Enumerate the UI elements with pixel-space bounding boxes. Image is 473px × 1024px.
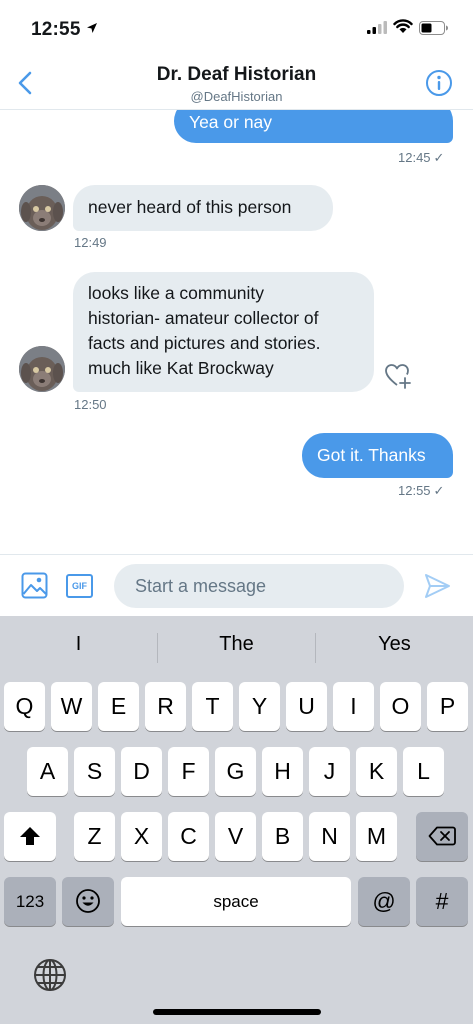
conversation-title: Dr. Deaf Historian	[156, 64, 317, 85]
conversation-handle: @DeafHistorian	[190, 89, 283, 104]
key-o[interactable]: O	[380, 682, 421, 731]
message-bubble-outgoing[interactable]: Got it. Thanks	[302, 433, 453, 478]
message-timestamp: 12:55 ✓	[398, 483, 445, 498]
message-bubble-outgoing[interactable]: Yea or nay	[174, 110, 453, 143]
suggestion[interactable]: Yes	[316, 633, 473, 656]
key-j[interactable]: J	[309, 747, 350, 796]
key-a[interactable]: A	[27, 747, 68, 796]
key-t[interactable]: T	[192, 682, 233, 731]
avatar[interactable]	[19, 185, 65, 231]
space-key[interactable]: space	[121, 877, 351, 926]
message-text: Yea or nay	[189, 112, 273, 132]
key-i[interactable]: I	[333, 682, 374, 731]
hash-key[interactable]: #	[416, 877, 468, 926]
home-indicator[interactable]	[153, 1009, 321, 1015]
message-text: never heard of this person	[88, 197, 292, 217]
read-check-icon: ✓	[433, 150, 445, 165]
message-input[interactable]	[114, 564, 404, 608]
battery-icon	[419, 21, 448, 35]
key-d[interactable]: D	[121, 747, 162, 796]
key-b[interactable]: B	[262, 812, 303, 861]
predictive-bar: I The Yes	[0, 616, 473, 678]
location-arrow-icon	[87, 23, 97, 33]
shift-icon	[20, 827, 40, 845]
dog-avatar-image	[19, 185, 65, 231]
message-text-line: facts and pictures and stories.	[88, 333, 321, 353]
emoji-icon	[76, 889, 100, 913]
image-icon[interactable]	[21, 572, 48, 599]
status-time: 12:55	[31, 19, 81, 40]
key-y[interactable]: Y	[239, 682, 280, 731]
message-text-line: much like Kat Brockway	[88, 358, 274, 378]
key-r[interactable]: R	[145, 682, 186, 731]
globe-icon[interactable]	[33, 958, 67, 992]
key-s[interactable]: S	[74, 747, 115, 796]
read-check-icon: ✓	[433, 483, 445, 498]
key-q[interactable]: Q	[4, 682, 45, 731]
message-text: Got it. Thanks	[317, 445, 426, 465]
message-bubble-incoming[interactable]: never heard of this person	[73, 185, 333, 231]
key-w[interactable]: W	[51, 682, 92, 731]
like-plus-icon[interactable]	[384, 363, 412, 389]
message-bubble-incoming[interactable]: looks like a community historian- amateu…	[73, 272, 374, 392]
key-g[interactable]: G	[215, 747, 256, 796]
wifi-icon	[393, 19, 413, 33]
at-key[interactable]: @	[358, 877, 410, 926]
shift-key[interactable]	[4, 812, 56, 861]
message-text-line: looks like a community	[88, 283, 265, 303]
message-timestamp: 12:45 ✓	[398, 150, 445, 165]
conversation-header: Dr. Deaf Historian @DeafHistorian	[0, 58, 473, 110]
key-v[interactable]: V	[215, 812, 256, 861]
key-m[interactable]: M	[356, 812, 397, 861]
numbers-key[interactable]: 123	[4, 877, 56, 926]
compose-bar: GIF	[0, 554, 473, 616]
key-p[interactable]: P	[427, 682, 468, 731]
suggestion[interactable]: I	[0, 633, 157, 656]
keyboard: I The Yes Q W E R T Y U I O P A S D F G …	[0, 616, 473, 1024]
send-icon[interactable]	[423, 572, 451, 600]
backspace-icon	[428, 826, 456, 846]
message-timestamp: 12:50	[74, 397, 107, 412]
key-l[interactable]: L	[403, 747, 444, 796]
key-x[interactable]: X	[121, 812, 162, 861]
avatar[interactable]	[19, 346, 65, 392]
message-timestamp: 12:49	[74, 235, 107, 250]
emoji-key[interactable]	[62, 877, 114, 926]
key-e[interactable]: E	[98, 682, 139, 731]
status-bar: 12:55	[0, 0, 473, 58]
info-icon[interactable]	[425, 69, 453, 97]
key-c[interactable]: C	[168, 812, 209, 861]
key-u[interactable]: U	[286, 682, 327, 731]
key-h[interactable]: H	[262, 747, 303, 796]
dog-avatar-image	[19, 346, 65, 392]
signal-icon	[367, 21, 387, 34]
message-thread[interactable]: Yea or nay 12:45 ✓ never heard of this pe…	[0, 110, 473, 554]
gif-icon[interactable]: GIF	[66, 574, 93, 598]
message-text-line: historian- amateur collector of	[88, 308, 319, 328]
key-f[interactable]: F	[168, 747, 209, 796]
suggestion[interactable]: The	[158, 633, 315, 656]
key-n[interactable]: N	[309, 812, 350, 861]
key-k[interactable]: K	[356, 747, 397, 796]
backspace-key[interactable]	[416, 812, 468, 861]
key-z[interactable]: Z	[74, 812, 115, 861]
